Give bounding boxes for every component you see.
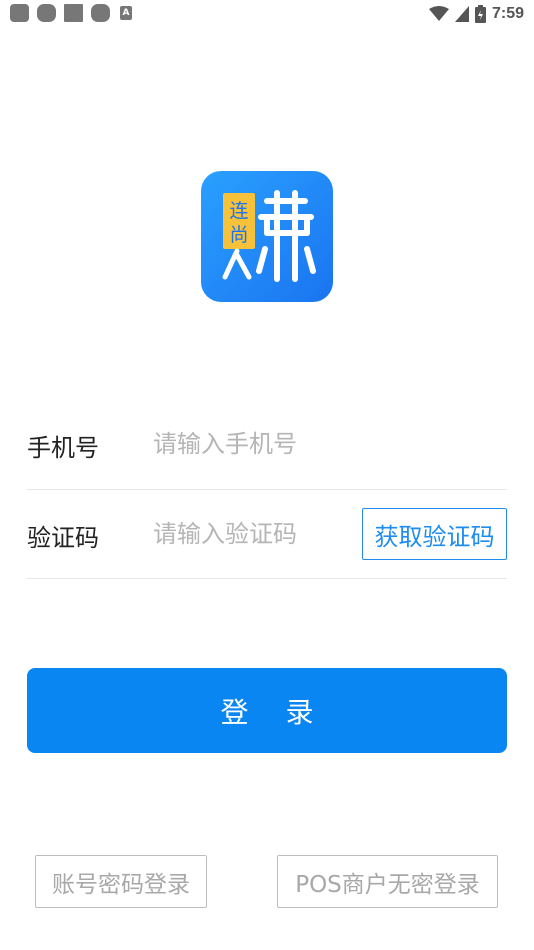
svg-text:尚: 尚 (229, 224, 248, 246)
divider (27, 578, 507, 579)
a-icon: A (120, 6, 132, 20)
notification-icon (37, 4, 56, 22)
phone-row: 手机号 (27, 426, 507, 462)
divider (27, 489, 507, 490)
signal-icon (454, 6, 469, 22)
notification-icon (10, 4, 29, 22)
notification-icon (91, 4, 110, 22)
svg-text:连: 连 (229, 200, 248, 222)
phone-label: 手机号 (27, 434, 99, 462)
code-label: 验证码 (27, 524, 99, 552)
code-input[interactable] (153, 516, 353, 552)
logo-icon: 连 尚 (222, 190, 316, 282)
status-bar: A 7:59 (0, 0, 534, 28)
code-row: 验证码 获取验证码 (27, 508, 507, 560)
pos-merchant-login-button[interactable]: POS商户无密登录 (277, 855, 498, 908)
wifi-icon (428, 6, 449, 21)
battery-icon (474, 5, 486, 23)
clock: 7:59 (491, 5, 524, 22)
account-password-login-button[interactable]: 账号密码登录 (35, 855, 207, 908)
phone-input[interactable] (153, 426, 353, 462)
app-logo: 连 尚 (201, 171, 333, 302)
get-code-button[interactable]: 获取验证码 (362, 508, 507, 560)
notification-icon (64, 4, 83, 22)
login-button[interactable]: 登 录 (27, 668, 507, 753)
